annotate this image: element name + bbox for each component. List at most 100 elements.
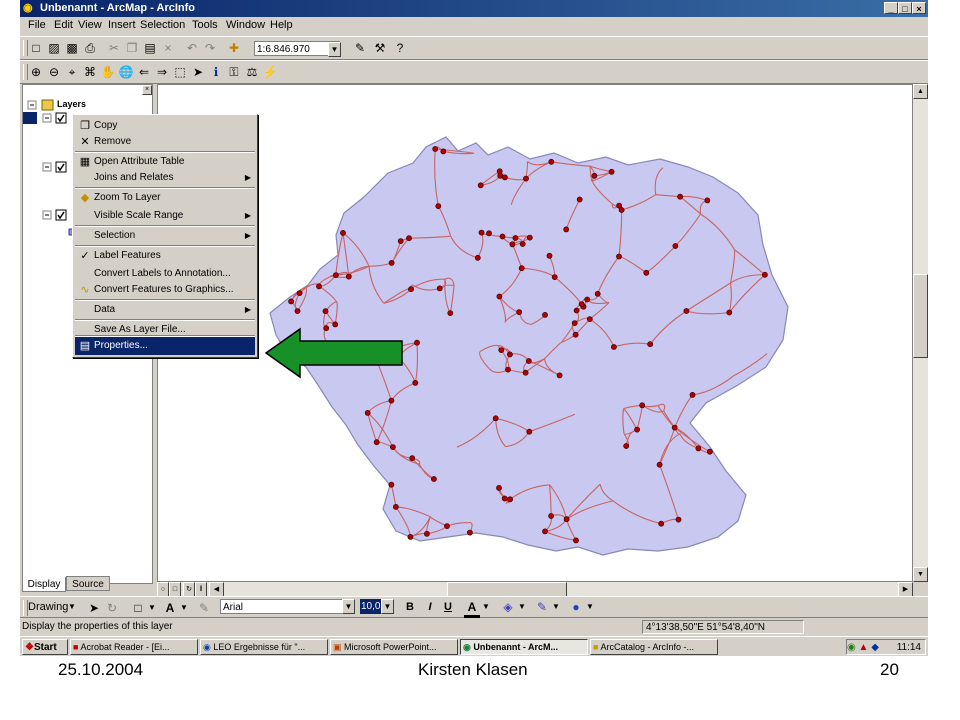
find-icon[interactable]: ⚿ — [226, 64, 242, 80]
city-point — [584, 296, 591, 303]
refresh-icon[interactable]: ↻ — [183, 582, 195, 597]
fill-color-dropdown-icon[interactable]: ▼ — [514, 599, 530, 615]
drawing-menu[interactable]: Drawing — [28, 601, 68, 613]
new-document-icon[interactable]: □ — [28, 40, 44, 56]
undo-icon[interactable]: ↶ — [184, 40, 200, 56]
drawing-dropdown-icon[interactable]: ▼ — [68, 602, 76, 611]
data-view-button[interactable]: ○ — [157, 582, 169, 597]
select-elements-icon[interactable]: ➤ — [86, 600, 102, 616]
open-icon[interactable]: ▨ — [46, 40, 62, 56]
tray-icon-3[interactable]: ◆ — [871, 642, 879, 653]
select-features-icon[interactable]: ⬚ — [172, 64, 188, 80]
zoom-in-icon[interactable]: ⊕ — [28, 64, 44, 80]
rotate-icon[interactable]: ↻ — [104, 600, 120, 616]
map-vertical-scrollbar[interactable]: ▲ ▼ — [913, 84, 928, 582]
size-dropdown-icon[interactable]: ▼ — [381, 599, 394, 614]
scroll-down-icon[interactable]: ▼ — [913, 567, 928, 582]
editor-toolbar-icon[interactable]: ✎ — [352, 40, 368, 56]
underline-button[interactable]: U — [440, 599, 456, 615]
tab-display[interactable]: Display — [22, 577, 66, 592]
task-leo[interactable]: ◉ LEO Ergebnisse für "... — [200, 639, 328, 655]
copy-icon[interactable]: ❐ — [124, 40, 140, 56]
font-size-input[interactable]: 10,0 — [360, 599, 382, 614]
menu-item-remove[interactable]: ✕ Remove — [75, 133, 255, 151]
tray-icon-1[interactable]: ◉ — [847, 642, 856, 653]
pan-icon[interactable]: ✋ — [100, 64, 116, 80]
menu-window[interactable]: Window — [226, 19, 265, 31]
marker-color-dropdown-icon[interactable]: ▼ — [582, 599, 598, 615]
menu-item-zoom-to-layer[interactable]: ◆ Zoom To Layer — [75, 189, 255, 207]
task-acrobat[interactable]: ■ Acrobat Reader - [Ei... — [70, 639, 198, 655]
select-elements-icon[interactable]: ➤ — [190, 64, 206, 80]
italic-button[interactable]: I — [422, 599, 438, 615]
zoom-out-icon[interactable]: ⊖ — [46, 64, 62, 80]
paste-icon[interactable]: ▤ — [142, 40, 158, 56]
tab-source[interactable]: Source — [66, 576, 110, 591]
horizontal-scroll-thumb[interactable] — [447, 582, 567, 597]
font-dropdown-icon[interactable]: ▼ — [342, 599, 355, 614]
fixed-zoom-in-icon[interactable]: ⌖ — [64, 64, 80, 80]
menu-insert[interactable]: Insert — [108, 19, 136, 31]
start-button[interactable]: ❖Start — [22, 639, 68, 655]
task-powerpoint[interactable]: ▣ Microsoft PowerPoint... — [330, 639, 458, 655]
toc-close-icon[interactable]: × — [142, 85, 152, 95]
scroll-left-icon[interactable]: ◀ — [209, 582, 224, 597]
close-button[interactable]: × — [912, 2, 926, 14]
menu-edit[interactable]: Edit — [54, 19, 73, 31]
forward-extent-icon[interactable]: ⇒ — [154, 64, 170, 80]
city-point — [498, 347, 505, 353]
delete-icon[interactable]: × — [160, 40, 176, 56]
font-color-dropdown-icon[interactable]: ▼ — [478, 599, 494, 615]
city-point — [704, 197, 711, 204]
map-view[interactable] — [157, 84, 913, 582]
scroll-right-icon[interactable]: ▶ — [898, 582, 913, 597]
menu-item-label-features[interactable]: ✓ Label Features — [75, 247, 255, 265]
text-dropdown-icon[interactable]: ▼ — [176, 600, 192, 616]
menu-selection[interactable]: Selection — [140, 19, 185, 31]
print-icon[interactable]: ⎙ — [82, 40, 98, 56]
font-name-input[interactable]: Arial — [220, 599, 355, 614]
properties-icon: ▤ — [79, 340, 91, 352]
menu-item-joins-and-relates[interactable]: Joins and Relates ▶ — [75, 169, 255, 187]
menu-file[interactable]: File — [28, 19, 46, 31]
rectangle-dropdown-icon[interactable]: ▼ — [144, 600, 160, 616]
task-arccatalog[interactable]: ■ ArcCatalog - ArcInfo -... — [590, 639, 718, 655]
tray-icon-2[interactable]: ▲ — [859, 642, 869, 653]
fixed-zoom-out-icon[interactable]: ⌘ — [82, 64, 98, 80]
arctoolbox-icon[interactable]: ⚒ — [372, 40, 388, 56]
add-data-icon[interactable]: ✚ — [226, 40, 242, 56]
layout-view-button[interactable]: □ — [169, 582, 181, 597]
city-point — [548, 513, 554, 519]
full-extent-icon[interactable]: 🌐 — [118, 64, 134, 80]
identify-icon[interactable]: ℹ — [208, 64, 224, 80]
menu-help[interactable]: Help — [270, 19, 293, 31]
toc-root-label[interactable]: Layers — [57, 99, 86, 109]
cut-icon[interactable]: ✂ — [106, 40, 122, 56]
map-horizontal-scrollbar[interactable]: ○ □ ↻ ‖ ◀ ▶ — [157, 582, 913, 597]
maximize-button[interactable]: □ — [898, 2, 912, 14]
task-arcmap[interactable]: ◉ Unbenannt - ArcM... — [460, 639, 588, 655]
bold-button[interactable]: B — [402, 599, 418, 615]
pause-drawing-icon[interactable]: ‖ — [195, 582, 207, 597]
vertical-scroll-thumb[interactable] — [913, 274, 928, 358]
line-color-dropdown-icon[interactable]: ▼ — [548, 599, 564, 615]
redo-icon[interactable]: ↷ — [202, 40, 218, 56]
save-icon[interactable]: ▩ — [64, 40, 80, 56]
menu-item-data[interactable]: Data ▶ — [75, 301, 255, 319]
whats-this-icon[interactable]: ? — [392, 40, 408, 56]
menu-item-visible-scale-range[interactable]: Visible Scale Range ▶ — [75, 207, 255, 225]
menu-item-selection[interactable]: Selection ▶ — [75, 227, 255, 245]
menu-view[interactable]: View — [78, 19, 102, 31]
menu-item-convert-features[interactable]: ∿ Convert Features to Graphics... — [75, 281, 255, 299]
callout-icon[interactable]: ✎ — [196, 600, 212, 616]
hyperlink-icon[interactable]: ⚡ — [262, 64, 278, 80]
menu-tools[interactable]: Tools — [192, 19, 218, 31]
menu-item-properties[interactable]: ▤ Properties... — [75, 337, 255, 355]
scroll-up-icon[interactable]: ▲ — [913, 84, 928, 99]
minimize-button[interactable]: _ — [884, 2, 898, 14]
scale-dropdown-icon[interactable]: ▼ — [328, 42, 341, 57]
status-message: Display the properties of this layer — [22, 621, 173, 632]
back-extent-icon[interactable]: ⇐ — [136, 64, 152, 80]
measure-icon[interactable]: ⚖ — [244, 64, 260, 80]
title-bar[interactable]: ◉ Unbenannt - ArcMap - ArcInfo _ □ × — [20, 0, 928, 17]
